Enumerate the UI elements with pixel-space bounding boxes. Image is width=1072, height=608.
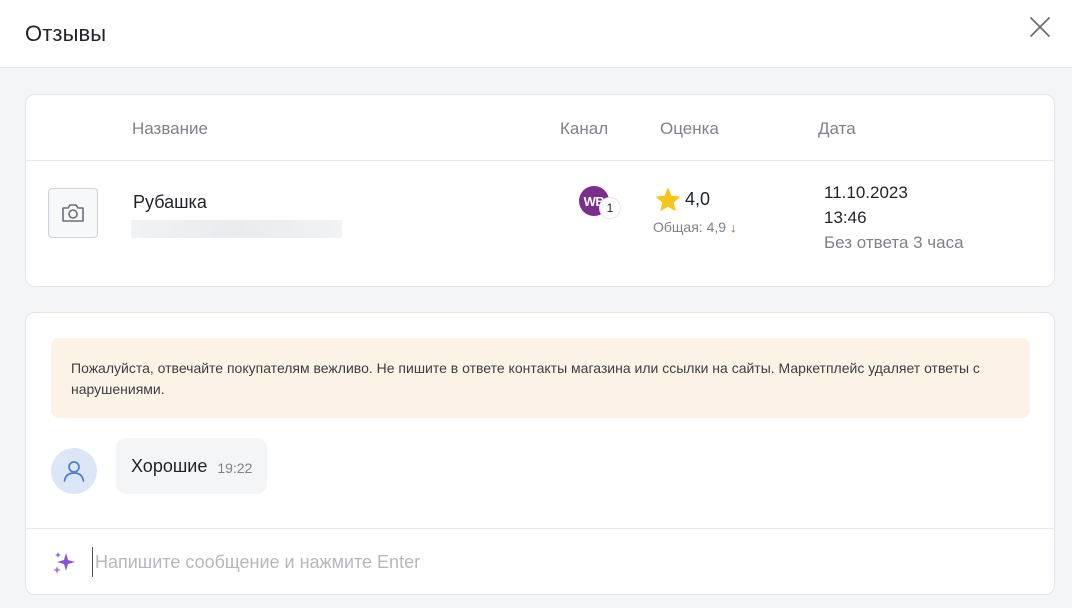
product-photo-placeholder[interactable] [48,188,98,238]
moderation-notice: Пожалуйста, отвечайте покупателям вежлив… [51,338,1030,418]
review-time: 13:46 [824,208,867,227]
user-icon [63,461,85,482]
message-composer [26,528,1054,594]
message-input[interactable] [92,547,992,577]
close-icon[interactable] [1028,15,1052,39]
star-icon [655,187,681,212]
review-date: 11.10.2023 [824,183,908,202]
message-bubble: Хорошие 19:22 [116,438,268,494]
column-header-date: Дата [818,119,856,138]
product-name[interactable]: Рубашка [133,192,207,213]
review-table: Название Канал Оценка Дата Рубашка WB 1 … [25,94,1055,287]
modal-header: Отзывы [0,0,1072,68]
message-time: 19:22 [217,459,253,476]
chat-panel: Пожалуйста, отвечайте покупателям вежлив… [25,312,1055,595]
arrow-down-icon: ↓ [730,219,737,235]
page-title: Отзывы [25,20,107,46]
ai-sparkle-icon[interactable] [50,549,78,577]
column-header-channel: Канал [560,119,609,138]
rating-total: Общая: 4,9 ↓ [653,219,737,235]
channel-count-badge: 1 [599,197,621,219]
message-text: Хорошие [131,455,208,476]
product-subtitle-blurred [131,220,342,238]
rating-value: 4,0 [685,189,711,209]
camera-icon [62,204,84,222]
response-status: Без ответа 3 часа [824,233,964,252]
rating-total-label: Общая: 4,9 [653,219,727,235]
column-header-rating: Оценка [660,119,719,138]
column-header-name: Название [132,119,208,138]
table-row[interactable]: Рубашка WB 1 4,0 Общая: 4,9 ↓ 11.10.2023… [26,161,1054,287]
avatar [51,448,97,494]
table-header: Название Канал Оценка Дата [26,95,1054,161]
